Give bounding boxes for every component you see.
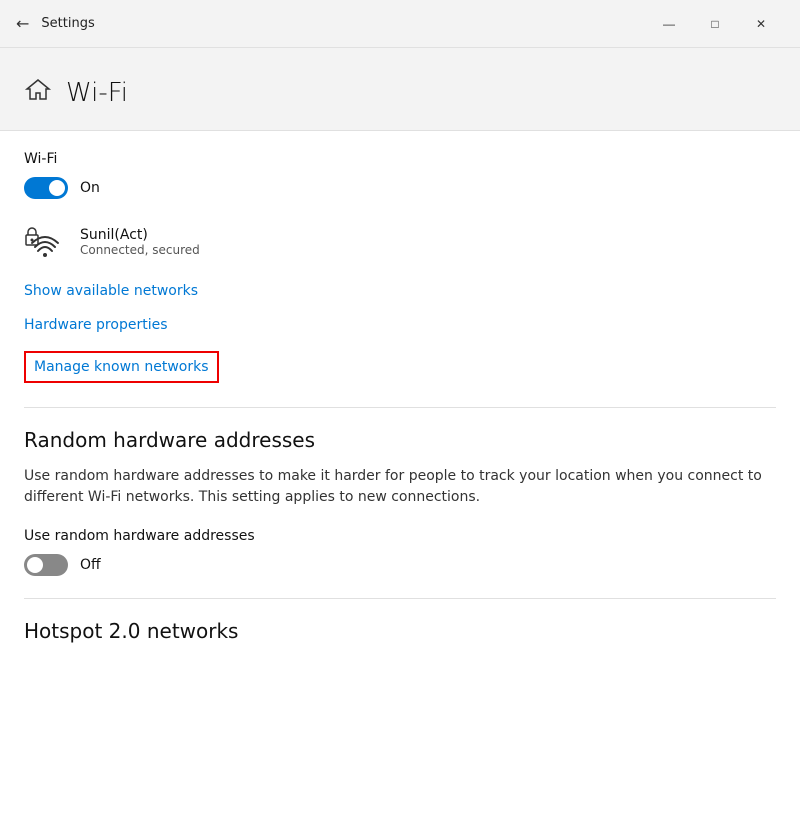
wifi-signal-icon [24,221,66,263]
hotspot-heading: Hotspot 2.0 networks [24,619,776,643]
page-header: Wi-Fi [0,48,800,131]
network-name: Sunil(Act) [80,227,200,243]
section-divider-2 [24,598,776,599]
manage-networks-container: Manage known networks [24,351,219,383]
page-title: Wi-Fi [66,78,128,108]
wifi-section-label: Wi-Fi [24,151,776,167]
close-button[interactable]: ✕ [738,8,784,40]
section-divider [24,407,776,408]
maximize-icon: □ [711,17,718,31]
window-controls: — □ ✕ [646,8,784,40]
hardware-properties-link[interactable]: Hardware properties [24,317,776,333]
random-hardware-toggle[interactable] [24,554,68,576]
window-title: Settings [41,16,94,31]
random-hardware-toggle-label: Use random hardware addresses [24,528,776,544]
show-networks-link[interactable]: Show available networks [24,283,776,299]
title-bar: ← Settings — □ ✕ [0,0,800,48]
random-hardware-description: Use random hardware addresses to make it… [24,466,776,508]
random-hardware-toggle-value: Off [80,557,101,573]
network-text: Sunil(Act) Connected, secured [80,227,200,257]
content-area: Wi-Fi On Sunil(Act) Connected [0,131,800,839]
manage-networks-link[interactable]: Manage known networks [34,359,209,375]
back-button[interactable]: ← [16,14,29,33]
back-icon: ← [16,14,29,33]
random-hardware-toggle-row: Off [24,554,776,576]
minimize-icon: — [663,17,675,31]
wifi-toggle-row: On [24,177,776,199]
wifi-page-icon [24,76,52,110]
wifi-toggle-label: On [80,180,100,196]
close-icon: ✕ [756,17,766,31]
network-status: Connected, secured [80,243,200,257]
random-hardware-toggle-slider [24,554,68,576]
maximize-button[interactable]: □ [692,8,738,40]
network-info: Sunil(Act) Connected, secured [24,221,776,263]
wifi-toggle-slider [24,177,68,199]
minimize-button[interactable]: — [646,8,692,40]
wifi-toggle[interactable] [24,177,68,199]
random-hardware-heading: Random hardware addresses [24,428,776,452]
